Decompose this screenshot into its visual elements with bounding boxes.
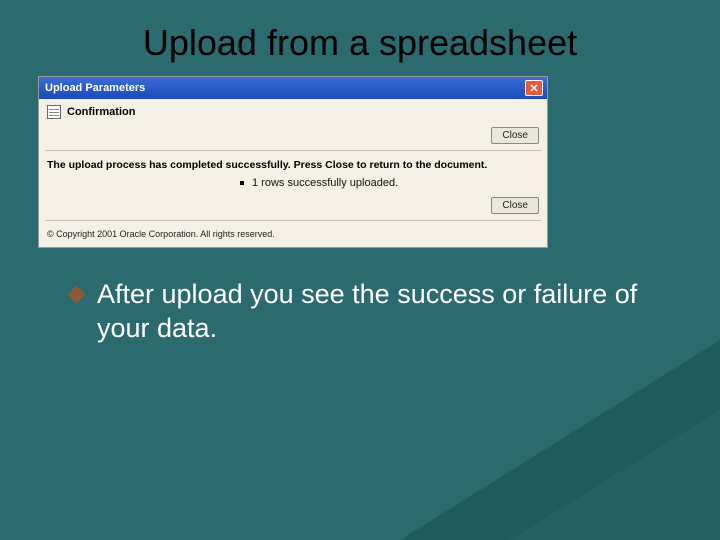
upload-success-message: The upload process has completed success…	[45, 155, 541, 173]
dialog-titlebar: Upload Parameters ✕	[39, 77, 547, 99]
dialog-title: Upload Parameters	[45, 82, 145, 94]
upload-dialog-screenshot: Upload Parameters ✕ Confirmation Close T…	[38, 76, 548, 248]
bullet-icon	[240, 181, 244, 185]
close-button-top[interactable]: Close	[491, 127, 539, 144]
top-button-row: Close	[45, 125, 541, 148]
copyright-text: © Copyright 2001 Oracle Corporation. All…	[45, 225, 541, 241]
confirmation-row: Confirmation	[45, 103, 541, 125]
rows-uploaded-text: 1 rows successfully uploaded.	[252, 177, 398, 189]
confirmation-label: Confirmation	[67, 106, 135, 118]
rows-uploaded-line: 1 rows successfully uploaded.	[45, 173, 541, 195]
bottom-button-row: Close	[45, 195, 541, 218]
slide-corner-accent-inner	[510, 410, 720, 540]
slide-bullet-text: After upload you see the success or fail…	[97, 278, 680, 346]
slide-title: Upload from a spreadsheet	[0, 0, 720, 76]
slide-bullet: After upload you see the success or fail…	[70, 278, 680, 346]
spreadsheet-icon	[47, 105, 61, 119]
divider-bottom	[45, 220, 541, 221]
close-button-bottom[interactable]: Close	[491, 197, 539, 214]
close-icon[interactable]: ✕	[525, 80, 543, 96]
dialog-body: Confirmation Close The upload process ha…	[39, 99, 547, 247]
divider	[45, 150, 541, 151]
diamond-bullet-icon	[67, 285, 85, 303]
